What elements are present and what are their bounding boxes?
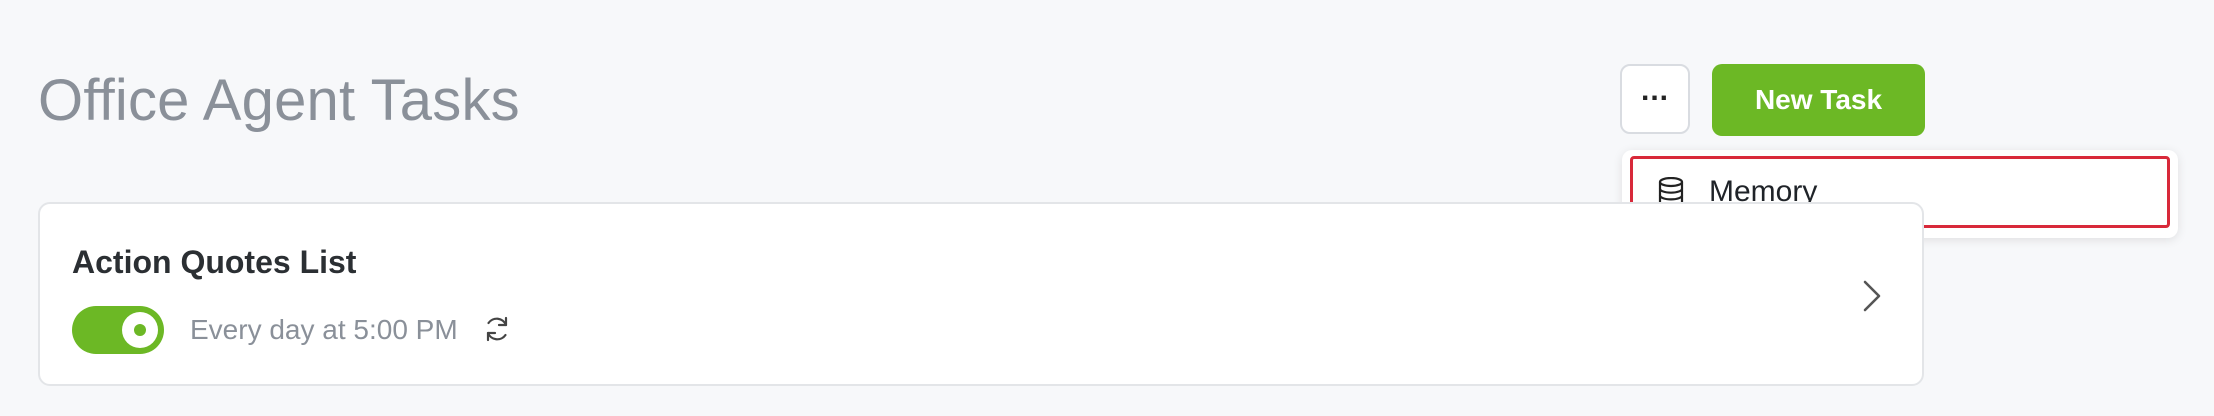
- task-title: Action Quotes List: [72, 244, 357, 280]
- more-icon: ...: [1640, 74, 1669, 107]
- chevron-right-icon[interactable]: [1860, 278, 1884, 314]
- task-enabled-toggle[interactable]: [72, 306, 164, 354]
- more-options-button[interactable]: ...: [1620, 64, 1690, 134]
- new-task-button[interactable]: New Task: [1712, 64, 1925, 136]
- toggle-knob: [122, 312, 158, 348]
- page-title: Office Agent Tasks: [38, 68, 520, 133]
- task-card[interactable]: Action Quotes List Every day at 5:00 PM: [38, 202, 1924, 386]
- page: Office Agent Tasks ... New Task Memory A…: [0, 0, 2214, 416]
- task-schedule: Every day at 5:00 PM: [190, 314, 458, 345]
- repeat-icon: [486, 316, 508, 342]
